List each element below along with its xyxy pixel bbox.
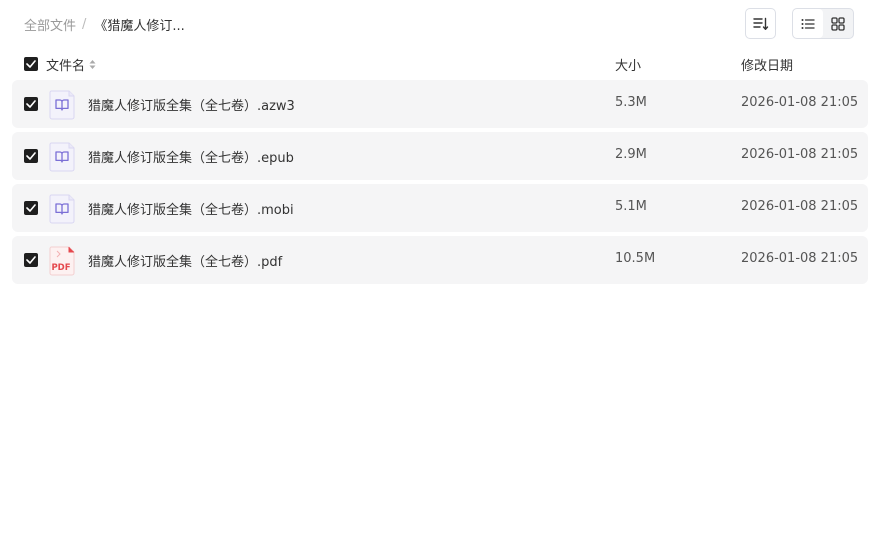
list-view-icon (801, 18, 815, 29)
breadcrumb-separator: / (82, 16, 87, 32)
file-table-header: 文件名 大小 修改日期 (12, 52, 868, 76)
grid-view-icon (831, 16, 845, 31)
pdf-file-icon: PDF (49, 246, 75, 276)
file-row-checkbox[interactable] (24, 201, 38, 215)
file-size: 10.5M (615, 251, 656, 266)
file-modified-date: 2026-01-08 21:05 (741, 251, 859, 266)
column-header-size: 大小 (615, 59, 642, 74)
checkmark-icon (26, 256, 36, 264)
file-row[interactable]: 猎魔人修订版全集（全七卷）.epub 2.9M 2026-01-08 21:05 (12, 132, 868, 180)
checkmark-icon (26, 204, 36, 212)
file-name[interactable]: 猎魔人修订版全集（全七卷）.pdf (88, 251, 282, 270)
sort-caret-icon (89, 59, 96, 70)
checkmark-icon (26, 60, 36, 68)
file-name[interactable]: 猎魔人修订版全集（全七卷）.epub (88, 147, 294, 166)
sort-button[interactable] (745, 8, 776, 39)
breadcrumb-current-folder: 《猎魔人修订... (94, 18, 185, 34)
file-modified-date: 2026-01-08 21:05 (741, 147, 859, 162)
file-size: 5.1M (615, 199, 647, 214)
sort-icon (752, 17, 768, 30)
view-mode-toggle (792, 8, 854, 39)
ebook-file-icon (49, 194, 75, 224)
file-modified-date: 2026-01-08 21:05 (741, 199, 859, 214)
column-header-name-label: 文件名 (46, 59, 86, 74)
file-row[interactable]: 猎魔人修订版全集（全七卷）.azw3 5.3M 2026-01-08 21:05 (12, 80, 868, 128)
file-row-checkbox[interactable] (24, 253, 38, 267)
column-header-modified: 修改日期 (741, 59, 794, 74)
file-row-checkbox[interactable] (24, 97, 38, 111)
select-all-checkbox[interactable] (24, 57, 38, 71)
file-size: 2.9M (615, 147, 647, 162)
ebook-file-icon (49, 142, 75, 172)
file-size: 5.3M (615, 95, 647, 110)
column-header-name[interactable]: 文件名 (46, 55, 96, 74)
file-name[interactable]: 猎魔人修订版全集（全七卷）.mobi (88, 199, 294, 218)
file-row-checkbox[interactable] (24, 149, 38, 163)
checkmark-icon (26, 100, 36, 108)
file-list: 猎魔人修订版全集（全七卷）.azw3 5.3M 2026-01-08 21:05… (12, 80, 868, 288)
file-row[interactable]: PDF 猎魔人修订版全集（全七卷）.pdf 10.5M 2026-01-08 2… (12, 236, 868, 284)
ebook-file-icon (49, 90, 75, 120)
file-row[interactable]: 猎魔人修订版全集（全七卷）.mobi 5.1M 2026-01-08 21:05 (12, 184, 868, 232)
breadcrumb-root-link[interactable]: 全部文件 (24, 15, 76, 34)
list-view-button[interactable] (793, 9, 823, 38)
grid-view-button[interactable] (823, 9, 853, 38)
checkmark-icon (26, 152, 36, 160)
file-modified-date: 2026-01-08 21:05 (741, 95, 859, 110)
file-name[interactable]: 猎魔人修订版全集（全七卷）.azw3 (88, 95, 295, 114)
pdf-icon-label: PDF (51, 263, 70, 273)
breadcrumb: 全部文件 / 《猎魔人修订... (24, 14, 185, 34)
